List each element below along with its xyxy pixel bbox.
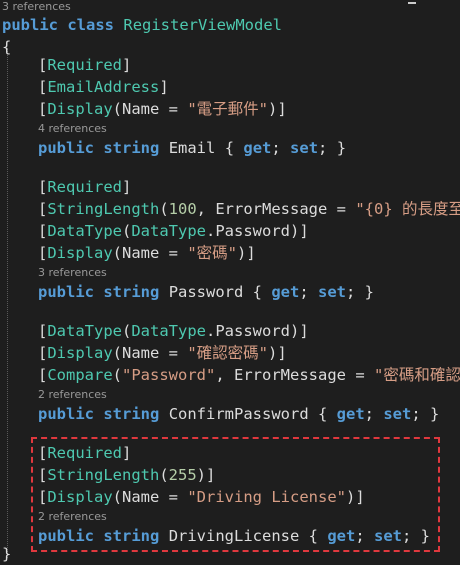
attr-required-driving: [Required] [38, 444, 132, 462]
attr-datatype-password: [DataType(DataType.Password)] [38, 222, 309, 240]
attr-stringlength-password: [StringLength(100, ErrorMessage = "{0} 的… [38, 200, 460, 218]
attr-display-confirm: [Display(Name = "確認密碼")] [38, 344, 287, 362]
indent-guide [7, 48, 8, 558]
prop-email: public string Email { get; set; } [38, 139, 347, 157]
keyword-public: public [2, 16, 58, 34]
attr-compare-confirm: [Compare("Password", ErrorMessage = "密碼和… [38, 366, 460, 384]
open-brace: { [2, 38, 12, 56]
attr-stringlength-driving: [StringLength(255)] [38, 466, 216, 484]
codelens-driving-references[interactable]: 2 references [38, 510, 107, 524]
attr-datatype-confirm: [DataType(DataType.Password)] [38, 322, 309, 340]
attr-emailaddress: [EmailAddress] [38, 78, 169, 96]
class-name: RegisterViewModel [123, 16, 282, 34]
prop-password: public string Password { get; set; } [38, 283, 375, 301]
codelens-email-references[interactable]: 4 references [38, 122, 107, 136]
class-declaration: public class RegisterViewModel [2, 14, 282, 36]
codelens-password-references[interactable]: 3 references [38, 266, 107, 280]
attr-required-email: [Required] [38, 56, 132, 74]
attr-required-password: [Required] [38, 178, 132, 196]
scroll-marker [408, 2, 416, 4]
codelens-class-references[interactable]: 3 references [2, 0, 71, 14]
prop-confirmpassword: public string ConfirmPassword { get; set… [38, 405, 440, 423]
attr-display-password: [Display(Name = "密碼")] [38, 244, 256, 262]
code-editor[interactable]: 3 references public class RegisterViewMo… [0, 0, 460, 565]
keyword-class: class [67, 16, 115, 34]
close-brace: } [2, 545, 12, 563]
attr-display-driving: [Display(Name = "Driving License")] [38, 488, 365, 506]
prop-drivinglicense: public string DrivingLicense { get; set;… [38, 527, 431, 545]
attr-display-email: [Display(Name = "電子郵件")] [38, 100, 287, 118]
codelens-confirm-references[interactable]: 2 references [38, 388, 107, 402]
